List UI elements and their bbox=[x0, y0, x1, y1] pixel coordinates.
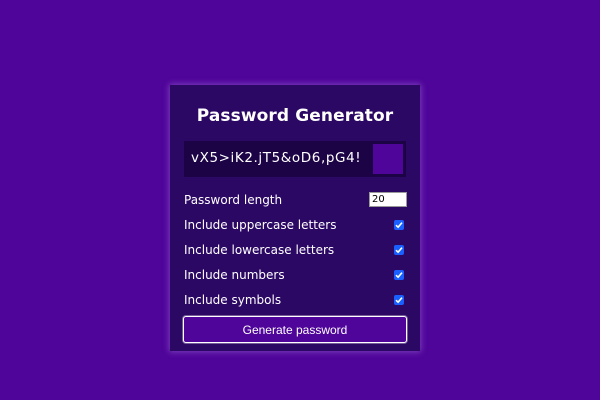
check-icon bbox=[395, 221, 403, 228]
check-icon bbox=[395, 246, 403, 253]
setting-lowercase: Include lowercase letters bbox=[184, 237, 406, 262]
setting-length-label: Password length bbox=[184, 192, 283, 207]
length-input[interactable] bbox=[369, 192, 407, 207]
setting-uppercase: Include uppercase letters bbox=[184, 212, 406, 237]
symbols-checkbox[interactable] bbox=[394, 294, 404, 305]
setting-uppercase-label: Include uppercase letters bbox=[184, 217, 337, 232]
check-icon bbox=[395, 271, 403, 278]
numbers-checkbox[interactable] bbox=[394, 269, 404, 280]
result-box: vX5>iK2.jT5&oD6,pG4! bbox=[184, 141, 406, 177]
uppercase-checkbox[interactable] bbox=[394, 219, 404, 230]
setting-symbols-label: Include symbols bbox=[184, 292, 282, 307]
check-icon bbox=[395, 296, 403, 303]
lowercase-checkbox[interactable] bbox=[394, 244, 404, 255]
setting-symbols: Include symbols bbox=[184, 287, 406, 312]
setting-lowercase-label: Include lowercase letters bbox=[184, 242, 335, 257]
copy-button[interactable] bbox=[373, 144, 403, 174]
setting-numbers-label: Include numbers bbox=[184, 267, 285, 282]
generate-button[interactable]: Generate password bbox=[183, 316, 407, 343]
generated-password: vX5>iK2.jT5&oD6,pG4! bbox=[191, 150, 362, 166]
setting-numbers: Include numbers bbox=[184, 262, 406, 287]
page-title: Password Generator bbox=[196, 106, 394, 126]
setting-length: Password length bbox=[184, 187, 407, 212]
password-generator-card: Password Generator vX5>iK2.jT5&oD6,pG4! … bbox=[170, 85, 420, 351]
